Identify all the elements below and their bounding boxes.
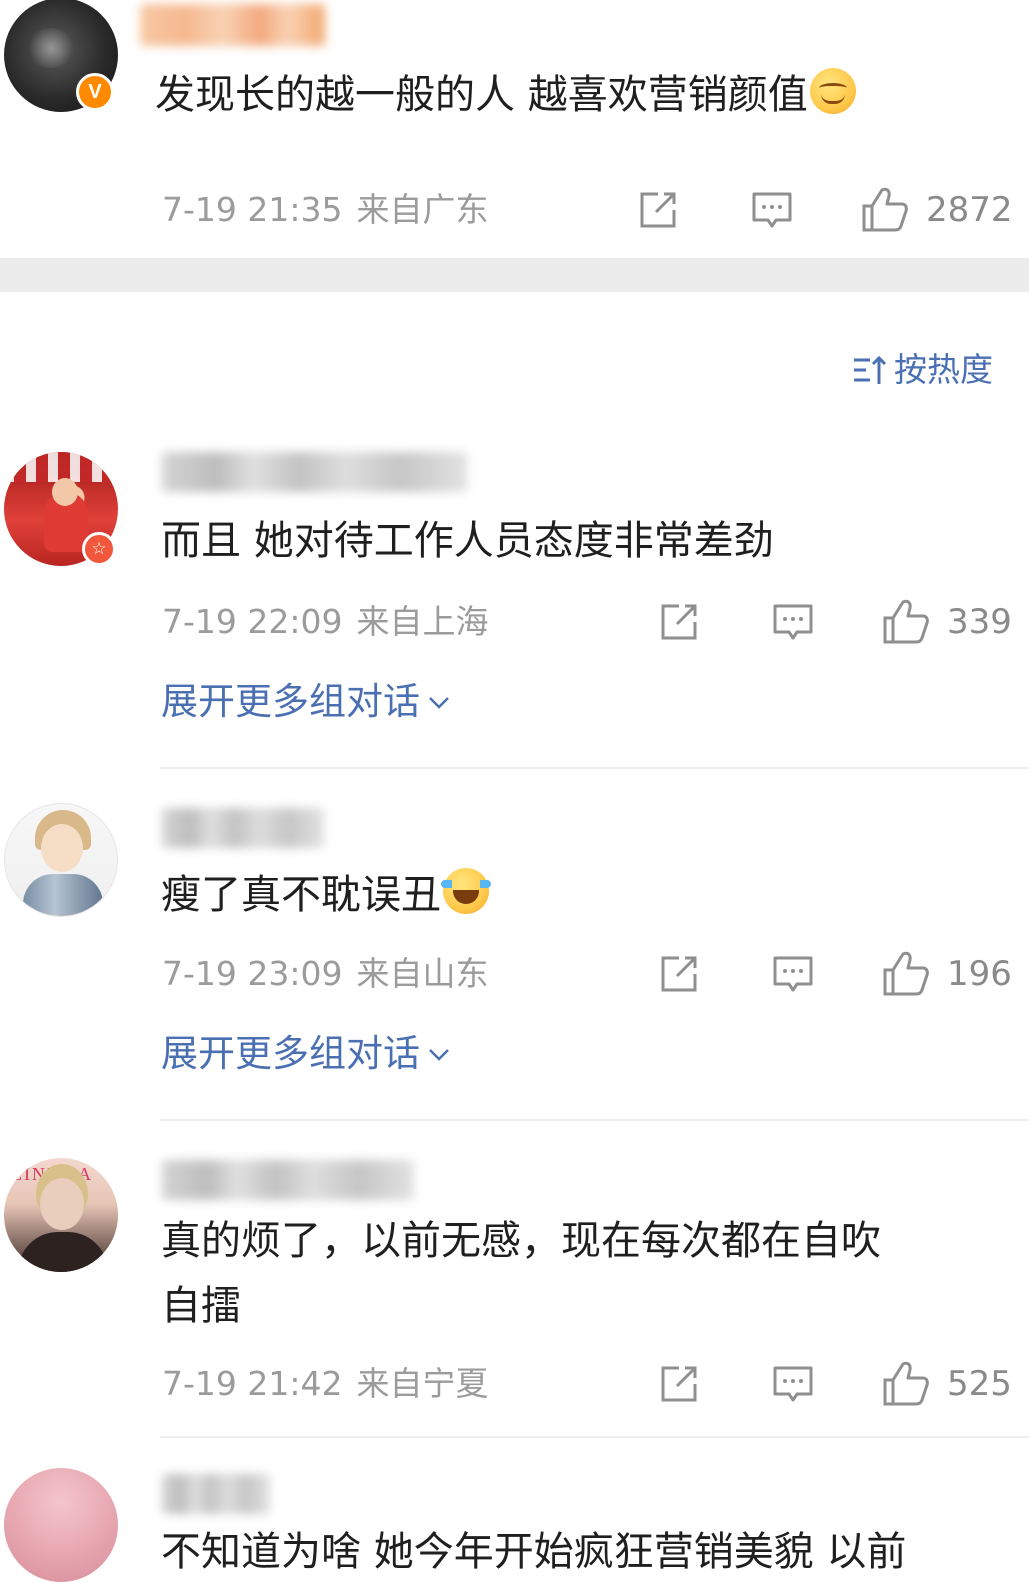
comment-location: 来自宁夏 xyxy=(356,1364,489,1403)
comment-text-line2: 自擂 xyxy=(161,1283,241,1329)
comment-date: 7-19 23:09 xyxy=(162,954,343,993)
comment-meta: 7-19 21:42 来自宁夏 xyxy=(162,1364,489,1404)
smile-emoji-icon xyxy=(809,68,856,114)
avatar-face xyxy=(52,478,78,506)
share-icon[interactable] xyxy=(657,952,701,996)
username-blurred[interactable] xyxy=(162,1160,414,1200)
username-blurred[interactable] xyxy=(140,4,325,46)
sort-label: 按热度 xyxy=(894,350,993,389)
comment-text-line1: 真的烦了，以前无感，现在每次都在自吹 xyxy=(161,1218,881,1264)
comment-icon[interactable] xyxy=(771,1362,815,1406)
like-count: 2872 xyxy=(926,190,1013,230)
comment-date: 7-19 22:09 xyxy=(162,602,343,641)
like-icon[interactable] xyxy=(881,1358,931,1408)
comment-body: 瘦了真不耽误丑 xyxy=(161,872,441,918)
comment-meta: 7-19 21:35 来自广东 xyxy=(162,190,489,230)
comment-text: 瘦了真不耽误丑 xyxy=(161,868,491,919)
avatar[interactable] xyxy=(4,803,118,917)
sort-by-hot-button[interactable]: 按热度 xyxy=(852,348,993,392)
username-blurred[interactable] xyxy=(162,452,467,492)
comment-location: 来自山东 xyxy=(356,954,489,993)
comment-date: 7-19 21:35 xyxy=(162,190,343,229)
share-icon[interactable] xyxy=(636,188,680,232)
comment-icon[interactable] xyxy=(750,188,794,232)
username-blurred[interactable] xyxy=(162,1474,270,1514)
divider xyxy=(160,1119,1029,1121)
chevron-down-icon xyxy=(429,697,449,709)
like-count: 525 xyxy=(947,1364,1012,1404)
comment-location: 来自广东 xyxy=(356,190,489,229)
like-icon[interactable] xyxy=(860,184,910,234)
comment-meta: 7-19 22:09 来自上海 xyxy=(162,602,489,642)
comment-location: 来自上海 xyxy=(356,602,489,641)
like-count: 339 xyxy=(947,602,1012,642)
share-icon[interactable] xyxy=(657,600,701,644)
laugh-cry-emoji-icon xyxy=(441,868,491,914)
comment-date: 7-19 21:42 xyxy=(162,1364,343,1403)
comment-meta: 7-19 23:09 来自山东 xyxy=(162,954,489,994)
divider xyxy=(160,1436,1029,1438)
comment-icon[interactable] xyxy=(771,600,815,644)
verified-badge-icon: V xyxy=(76,73,114,111)
avatar-figure xyxy=(23,874,103,916)
star-badge-icon: ☆ xyxy=(82,532,116,566)
like-count: 196 xyxy=(947,954,1012,994)
like-icon[interactable] xyxy=(881,948,931,998)
comment-body: 发现长的越一般的人 越喜欢营销颜值 xyxy=(155,72,808,118)
expand-conversation-link[interactable]: 展开更多组对话 xyxy=(161,1032,452,1076)
comment-text: 发现长的越一般的人 越喜欢营销颜值 xyxy=(155,68,856,119)
section-separator xyxy=(0,258,1029,292)
expand-label: 展开更多组对话 xyxy=(161,680,420,723)
avatar-figure xyxy=(18,1232,108,1272)
avatar[interactable]: CINEMA xyxy=(4,1158,118,1272)
sort-icon xyxy=(854,355,887,384)
comment-text: 而且 她对待工作人员态度非常差劲 xyxy=(161,518,774,564)
share-icon[interactable] xyxy=(657,1362,701,1406)
expand-label: 展开更多组对话 xyxy=(161,1032,420,1075)
divider xyxy=(160,767,1029,769)
like-icon[interactable] xyxy=(881,596,931,646)
comment-top: V 发现长的越一般的人 越喜欢营销颜值 7-19 21:35 来自广东 2872 xyxy=(0,0,1029,258)
comment-text: 不知道为啥 她今年开始疯狂营销美貌 以前 xyxy=(161,1529,907,1575)
expand-conversation-link[interactable]: 展开更多组对话 xyxy=(161,680,452,724)
username-blurred[interactable] xyxy=(162,808,324,848)
avatar-image xyxy=(26,28,76,68)
avatar[interactable] xyxy=(4,1468,118,1582)
comment-icon[interactable] xyxy=(771,952,815,996)
avatar-face xyxy=(40,1178,84,1230)
avatar-face xyxy=(41,824,83,872)
chevron-down-icon xyxy=(429,1049,449,1061)
